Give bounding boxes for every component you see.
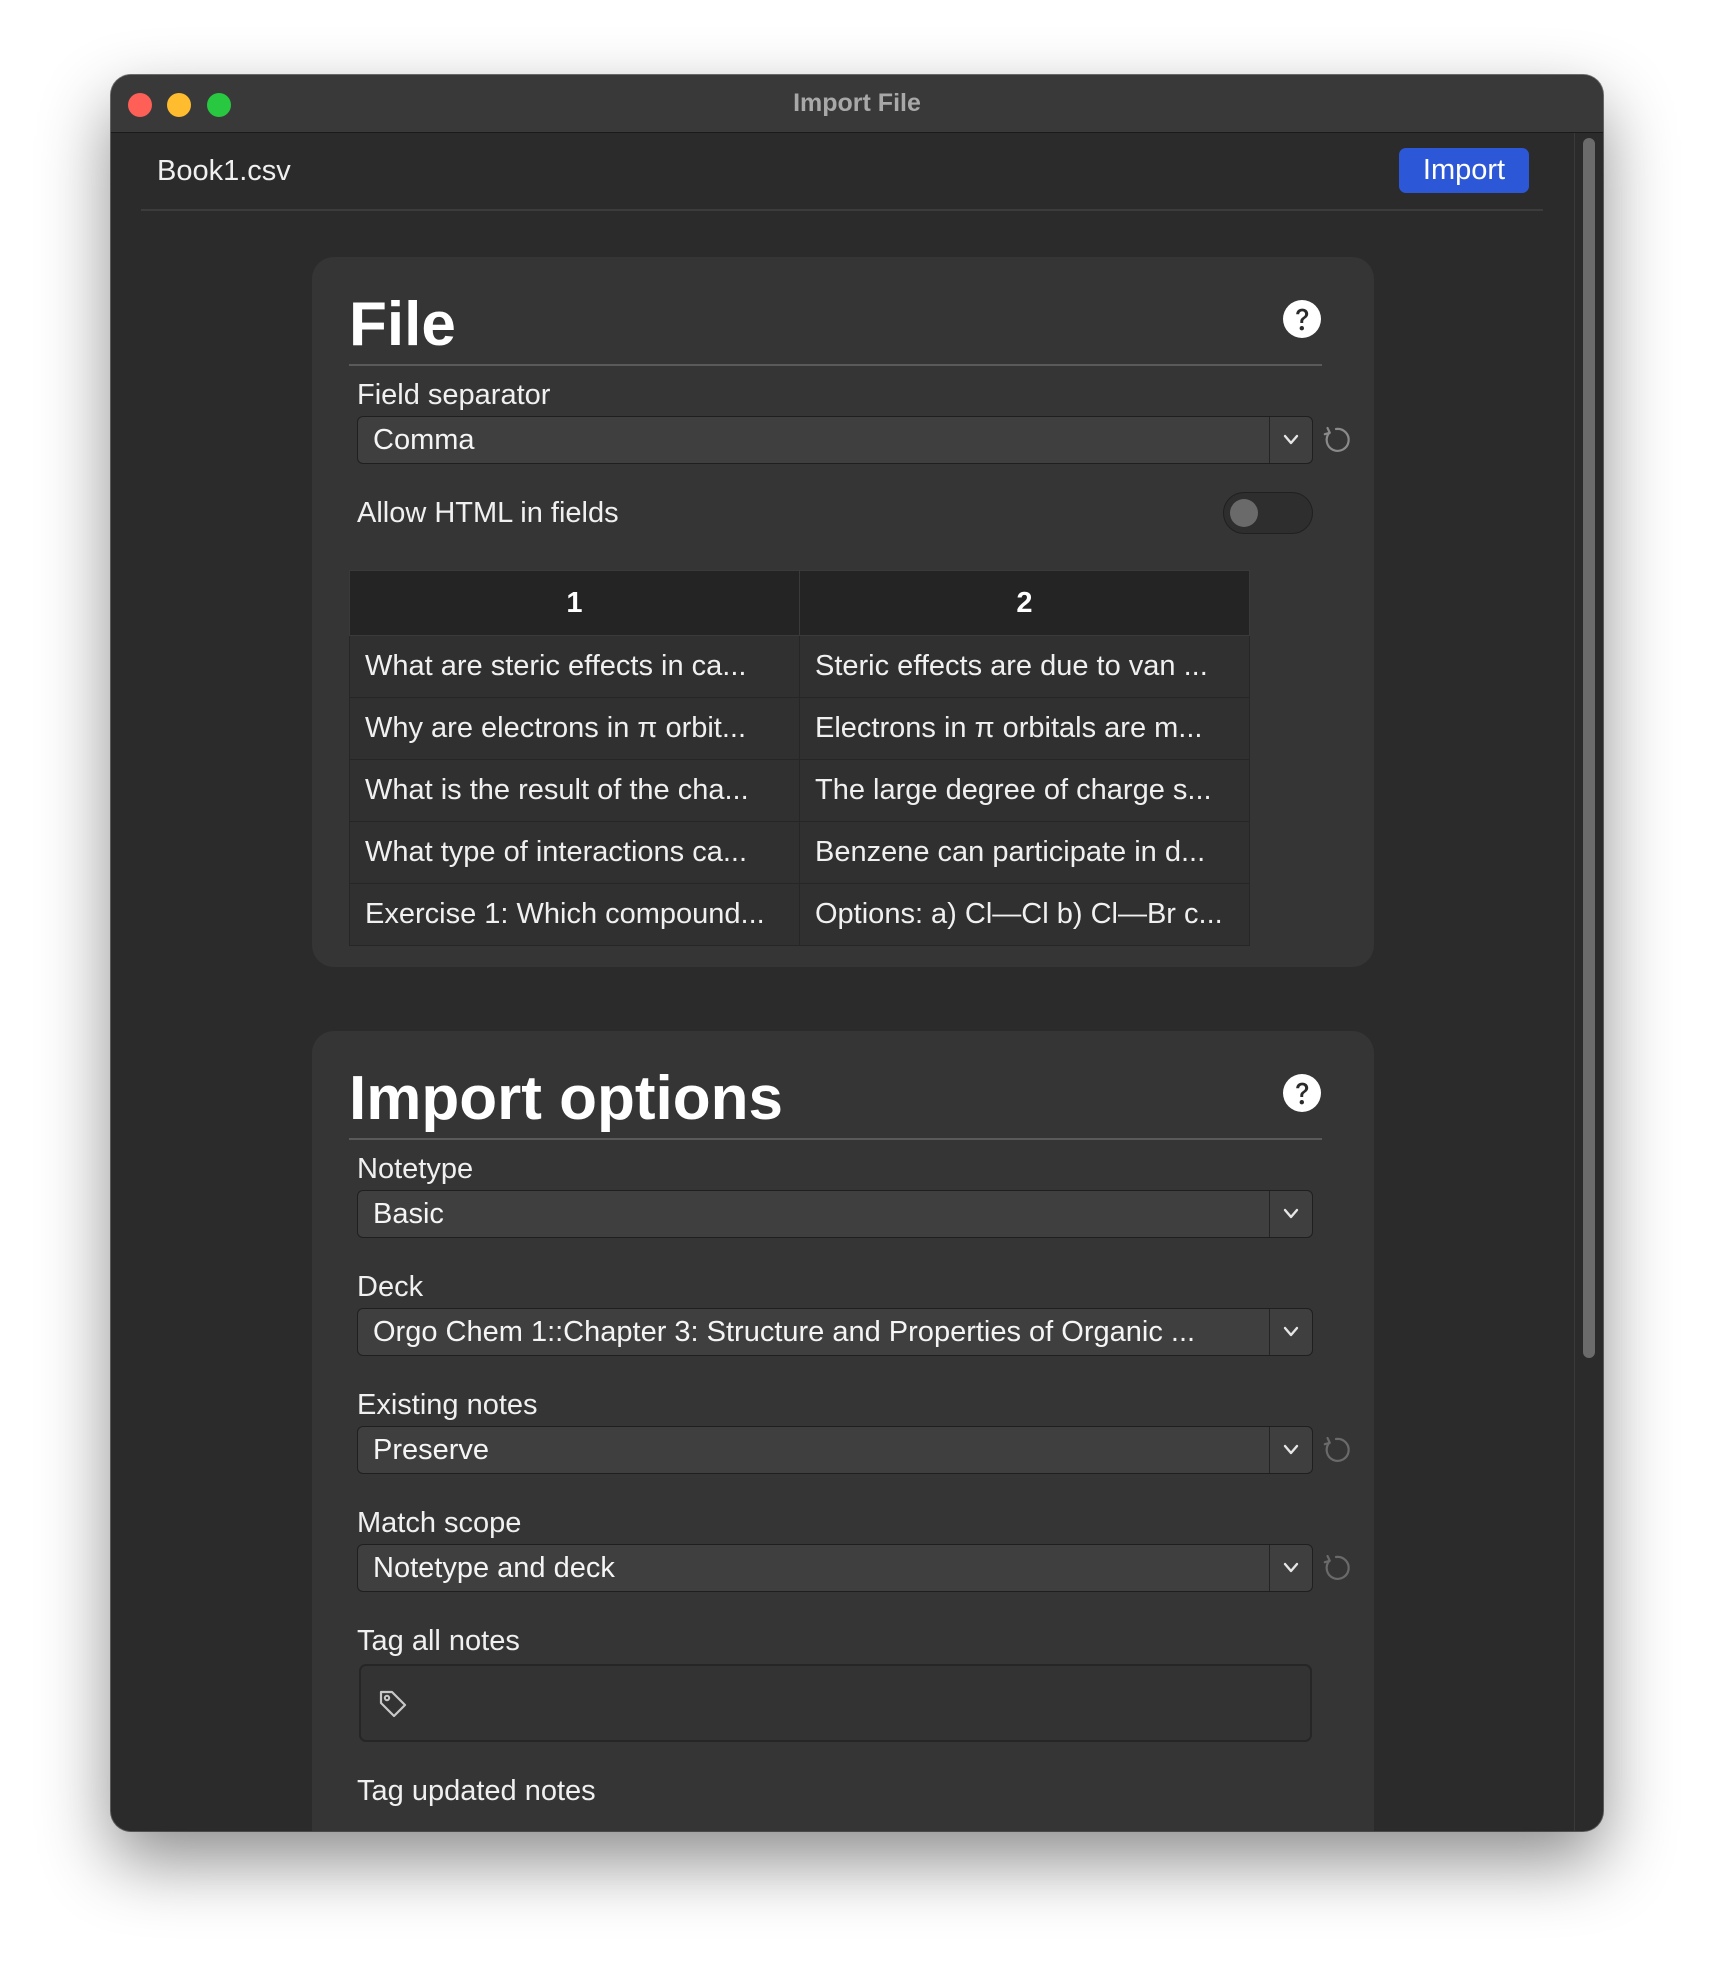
field-separator-label: Field separator (357, 379, 551, 411)
notetype-select[interactable]: Basic (357, 1190, 1313, 1238)
table-cell: What are steric effects in ca... (349, 635, 800, 698)
tag-all-notes-label: Tag all notes (357, 1625, 520, 1657)
notetype-value: Basic (373, 1198, 444, 1230)
field-separator-select[interactable]: Comma (357, 416, 1313, 464)
tag-all-notes-input[interactable] (359, 1664, 1312, 1742)
import-button[interactable]: Import (1399, 148, 1529, 193)
match-scope-select[interactable]: Notetype and deck (357, 1544, 1313, 1592)
existing-notes-value: Preserve (373, 1434, 490, 1466)
chevron-down-icon (1269, 1191, 1312, 1237)
chevron-down-icon (1269, 1309, 1312, 1355)
import-header: Book1.csv Import (141, 133, 1543, 211)
allow-html-label: Allow HTML in fields (357, 497, 619, 529)
table-cell: Exercise 1: Which compound... (349, 883, 800, 946)
table-cell: Electrons in π orbitals are m... (799, 697, 1250, 760)
file-section: File Field separator Comma Allow HTML in… (312, 257, 1374, 967)
section-divider (349, 364, 1322, 366)
file-section-title: File (349, 290, 456, 359)
table-row: Why are electrons in π orbit... Electron… (349, 697, 1250, 760)
chevron-down-icon (1269, 1427, 1312, 1473)
chevron-down-icon (1269, 1545, 1312, 1591)
table-cell: The large degree of charge s... (799, 759, 1250, 822)
import-options-section: Import options Notetype Basic Deck Orgo … (312, 1031, 1374, 1831)
window-title: Import File (793, 89, 921, 117)
section-divider (349, 1138, 1322, 1140)
question-circle-icon[interactable] (1282, 1073, 1322, 1113)
existing-notes-label: Existing notes (357, 1389, 538, 1421)
table-row: What are steric effects in ca... Steric … (349, 635, 1250, 698)
toggle-knob (1230, 499, 1258, 527)
table-cell: What type of interactions ca... (349, 821, 800, 884)
file-name: Book1.csv (157, 155, 291, 187)
deck-select[interactable]: Orgo Chem 1::Chapter 3: Structure and Pr… (357, 1308, 1313, 1356)
vertical-scrollbar[interactable] (1574, 133, 1603, 1831)
match-scope-label: Match scope (357, 1507, 522, 1539)
revert-arrow-icon[interactable] (1321, 1553, 1351, 1583)
scrollbar-thumb[interactable] (1583, 138, 1595, 1358)
question-circle-icon[interactable] (1282, 299, 1322, 339)
tag-icon (379, 1690, 407, 1718)
table-cell: Steric effects are due to van ... (799, 635, 1250, 698)
chevron-down-icon (1269, 417, 1312, 463)
table-row: What type of interactions ca... Benzene … (349, 821, 1250, 884)
title-bar[interactable]: Import File (111, 75, 1603, 133)
table-cell: Why are electrons in π orbit... (349, 697, 800, 760)
deck-label: Deck (357, 1271, 424, 1303)
import-file-window: Import File Book1.csv Import File Field … (111, 75, 1603, 1831)
table-row: What is the result of the cha... The lar… (349, 759, 1250, 822)
revert-arrow-icon[interactable] (1321, 1435, 1351, 1465)
revert-arrow-icon[interactable] (1321, 425, 1351, 455)
column-header: 2 (799, 570, 1250, 636)
table-cell: What is the result of the cha... (349, 759, 800, 822)
existing-notes-select[interactable]: Preserve (357, 1426, 1313, 1474)
match-scope-value: Notetype and deck (373, 1552, 615, 1584)
tag-updated-notes-label: Tag updated notes (357, 1775, 596, 1807)
table-row: Exercise 1: Which compound... Options: a… (349, 883, 1250, 946)
notetype-label: Notetype (357, 1153, 474, 1185)
import-options-title: Import options (349, 1064, 783, 1133)
file-preview-table: 1 2 What are steric effects in ca... Ste… (349, 570, 1250, 946)
deck-value: Orgo Chem 1::Chapter 3: Structure and Pr… (373, 1316, 1196, 1348)
table-cell: Options: a) Cl—Cl b) Cl—Br c... (799, 883, 1250, 946)
field-separator-value: Comma (373, 424, 475, 456)
table-cell: Benzene can participate in d... (799, 821, 1250, 884)
allow-html-toggle[interactable] (1223, 492, 1313, 534)
column-header: 1 (349, 570, 800, 636)
